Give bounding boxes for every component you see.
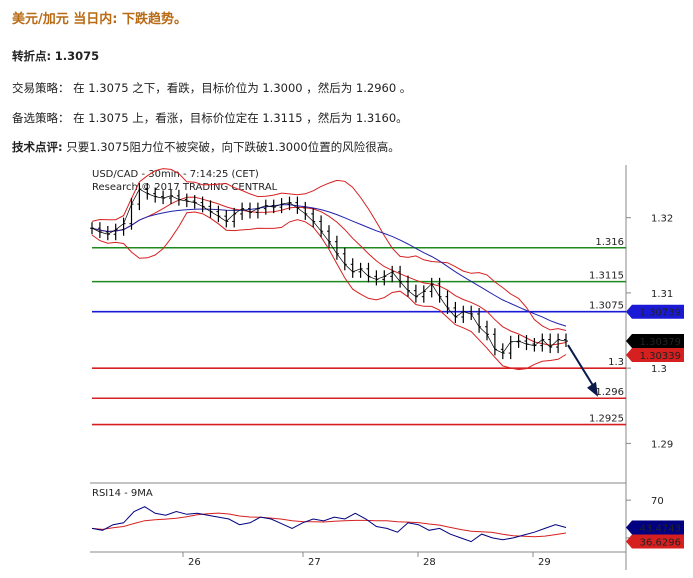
pivot-label: 转折点: [12,49,52,63]
chart-title: USD/CAD - 30min - 7:14:25 (CET) [92,169,259,180]
level-label: 1.296 [595,387,624,398]
strategy-label: 交易策略： [12,81,70,95]
alternative-text: 在 1.3075 上，看涨，目标价位定在 1.3115 ，然后为 1.3160。 [73,111,408,125]
chart-subtitle: Research © 2017 TRADING CENTRAL [92,182,278,193]
rsi-tick-label: 70 [651,496,664,507]
price-chart: USD/CAD - 30min - 7:14:25 (CET) Research… [90,165,684,570]
rsi-panel: 703043.474336.6296 [91,496,684,549]
rsi-line [91,506,567,543]
rsi-label-text: 43.4743 [640,523,681,534]
price-label-text: 1.30739 [640,308,681,319]
level-label: 1.3 [608,357,624,368]
pivot-value: 1.3075 [54,49,100,63]
rsi-label-text: 36.6296 [640,537,681,548]
level-label: 1.316 [595,237,624,248]
y-axis-ticks: 1.32 1.31 1.3 1.29 [626,214,673,450]
headline: 美元/加元 当日内: 下跌趋势。 [12,12,187,27]
level-label: 1.3075 [589,301,624,312]
price-plot-area [90,165,626,481]
y-tick-label: 1.31 [651,289,673,300]
price-label-text: 1.30339 [640,351,681,362]
y-tick-label: 1.29 [651,439,673,450]
comment-line: 技术点评: 只要1.3075阻力位不被突破，向下跌破1.3000位置的风险很高。 [12,139,400,155]
y-tick-label: 1.32 [651,214,673,225]
price-labels: 1.30739 1.30379 1.30339 [626,304,684,363]
price-label-text: 1.30379 [640,337,681,348]
level-label: 1.3115 [589,271,624,282]
x-tick-label: 29 [538,557,551,568]
rsi-ma-line [91,512,567,538]
x-tick-label: 28 [423,557,436,568]
x-axis-ticks: 26 27 28 29 [182,552,551,568]
comment-text: 只要1.3075阻力位不被突破，向下跌破1.3000位置的风险很高。 [66,140,400,154]
x-tick-label: 26 [188,557,201,568]
level-label: 1.2925 [589,414,624,425]
strategy-text: 在 1.3075 之下，看跌，目标价位为 1.3000 ，然后为 1.2960 … [73,81,412,95]
x-tick-label: 27 [308,557,321,568]
pivot-line: 转折点: 1.3075 [12,48,99,64]
y-tick-label: 1.3 [651,364,667,375]
alternative-line: 备选策略： 在 1.3075 上，看涨，目标价位定在 1.3115 ，然后为 1… [12,110,408,126]
rsi-title: RSI14 - 9MA [92,488,153,499]
strategy-line: 交易策略： 在 1.3075 之下，看跌，目标价位为 1.3000 ，然后为 1… [12,80,411,96]
alternative-label: 备选策略： [12,111,70,125]
comment-label: 技术点评: [12,140,63,154]
